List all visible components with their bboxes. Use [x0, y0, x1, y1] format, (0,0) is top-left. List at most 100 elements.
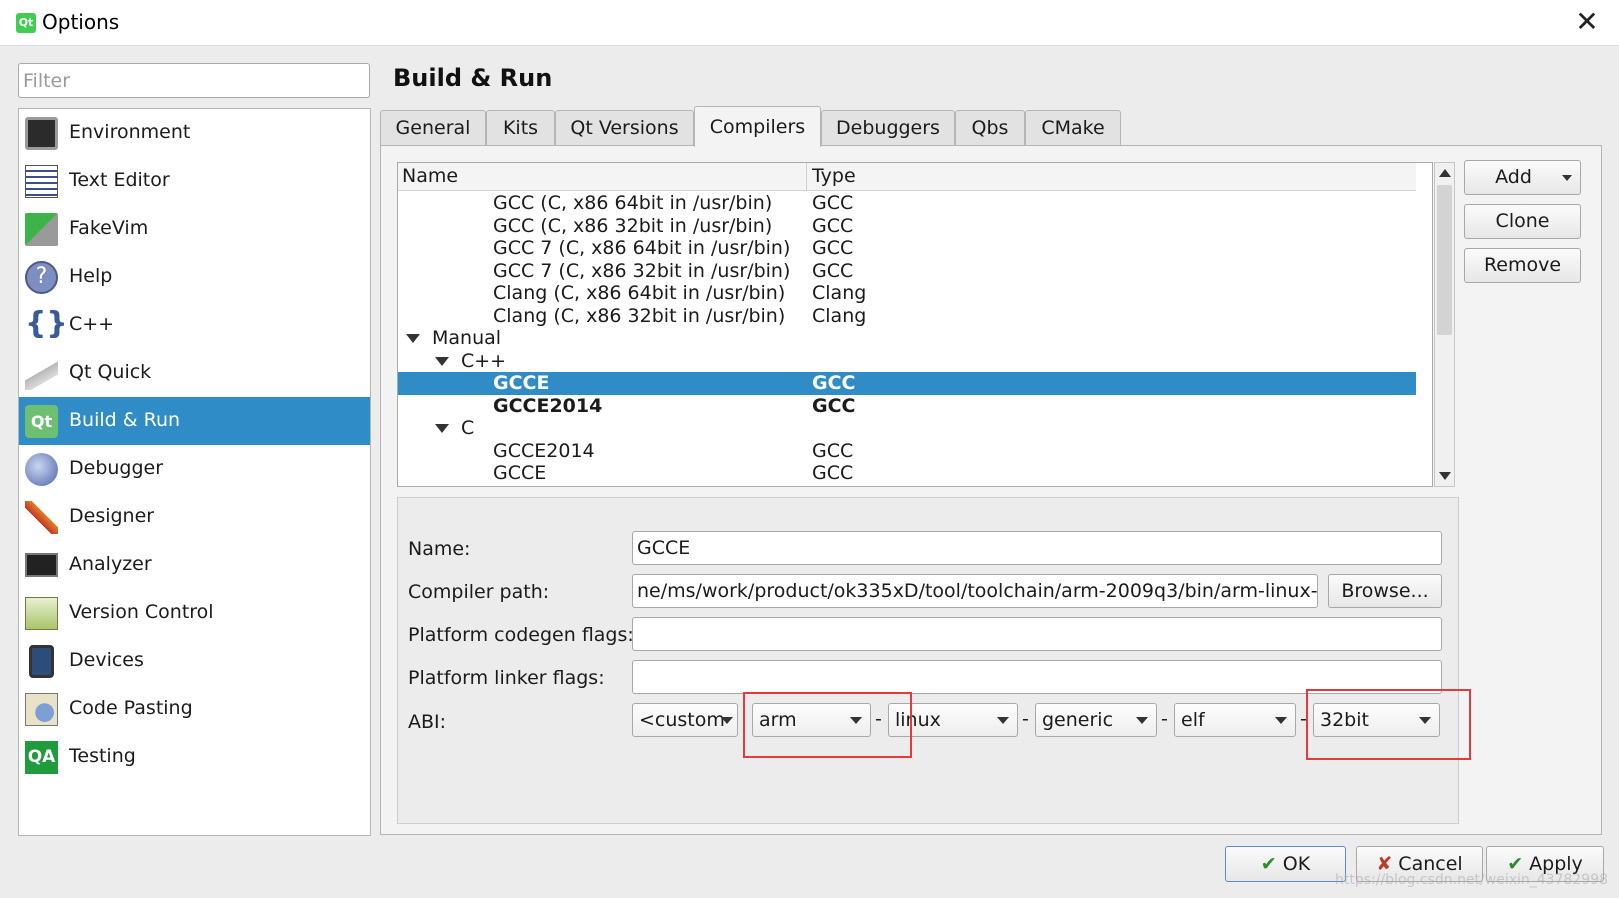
sidebar-item-build-run[interactable]: Qt Build & Run: [19, 397, 370, 445]
compiler-name: GCCE2014: [493, 394, 603, 417]
column-header-type[interactable]: Type: [812, 165, 856, 187]
tab-cmake[interactable]: CMake: [1025, 110, 1121, 146]
collapse-arrow-icon[interactable]: [435, 424, 449, 433]
compiler-type: Clang: [812, 282, 867, 304]
scroll-up-arrow-icon[interactable]: [1439, 169, 1451, 177]
sidebar-item-analyzer[interactable]: Analyzer: [19, 541, 370, 589]
compiler-name: GCC (C, x86 64bit in /usr/bin): [493, 192, 773, 214]
tab-kits[interactable]: Kits: [486, 110, 555, 146]
compiler-type: GCC: [812, 192, 854, 214]
column-header-name[interactable]: Name: [402, 165, 458, 187]
analyzer-icon: [25, 553, 58, 577]
braces-icon: {}: [25, 306, 68, 341]
ok-button-label: OK: [1282, 853, 1311, 875]
tree-row[interactable]: GCC (C, x86 64bit in /usr/bin) GCC: [398, 192, 1416, 215]
collapse-arrow-icon[interactable]: [406, 334, 420, 343]
remove-button[interactable]: Remove: [1464, 248, 1581, 283]
scroll-thumb[interactable]: [1437, 185, 1452, 335]
qt-logo-icon: Qt: [16, 13, 36, 33]
name-input[interactable]: GCCE: [632, 531, 1442, 565]
version-control-icon: [25, 597, 58, 630]
add-button[interactable]: Add: [1464, 160, 1581, 195]
sidebar-item-label: Text Editor: [69, 169, 170, 191]
tree-row[interactable]: GCC (C, x86 32bit in /usr/bin) GCC: [398, 215, 1416, 238]
dropdown-arrow-icon: [997, 717, 1009, 724]
dropdown-arrow-icon: [1275, 717, 1287, 724]
tab-bar: General Kits Qt Versions Compilers Debug…: [380, 106, 1600, 147]
tree-row[interactable]: GCCE2014 GCC: [398, 440, 1416, 463]
abi-binary-format-value: elf: [1181, 709, 1205, 731]
window-title: Options: [42, 10, 120, 34]
compiler-name: Clang (C, x86 64bit in /usr/bin): [493, 282, 786, 304]
compiler-type: GCC: [812, 259, 854, 282]
sidebar-item-label: Qt Quick: [69, 361, 152, 383]
compiler-type: GCC: [812, 237, 854, 259]
scroll-down-arrow-icon[interactable]: [1439, 472, 1451, 480]
clone-button[interactable]: Clone: [1464, 204, 1581, 239]
group-name: C++: [461, 349, 507, 372]
dropdown-arrow-icon: [1136, 717, 1148, 724]
highlight-box-arch: [743, 692, 912, 758]
compiler-name: GCC 7 (C, x86 32bit in /usr/bin): [493, 259, 791, 282]
tab-qt-versions[interactable]: Qt Versions: [555, 110, 694, 146]
tree-scrollbar[interactable]: [1434, 162, 1455, 487]
sidebar-item-label: Environment: [69, 121, 191, 143]
abi-flavor-value: generic: [1042, 709, 1114, 731]
add-button-label: Add: [1495, 166, 1532, 188]
sidebar-item-environment[interactable]: Environment: [19, 109, 370, 157]
tree-row[interactable]: GCC 7 (C, x86 64bit in /usr/bin) GCC: [398, 237, 1416, 260]
abi-custom-select[interactable]: <custom: [632, 703, 738, 737]
compiler-name: GCCE: [493, 462, 547, 484]
page-title: Build & Run: [393, 64, 553, 92]
tree-row-selected[interactable]: GCCE GCC: [398, 372, 1416, 395]
compiler-name: Clang (C, x86 32bit in /usr/bin): [493, 304, 786, 327]
tree-row[interactable]: Manual: [398, 327, 1416, 350]
tree-row[interactable]: Clang (C, x86 64bit in /usr/bin) Clang: [398, 282, 1416, 305]
ok-button[interactable]: ✔ OK: [1225, 846, 1346, 882]
sidebar-item-devices[interactable]: Devices: [19, 637, 370, 685]
sidebar-item-debugger[interactable]: Debugger: [19, 445, 370, 493]
paper-plane-icon: [25, 357, 58, 390]
tree-row[interactable]: Clang (C, x86 32bit in /usr/bin) Clang: [398, 305, 1416, 328]
sidebar-item-label: Build & Run: [69, 409, 181, 431]
sidebar-item-qt-quick[interactable]: Qt Quick: [19, 349, 370, 397]
sidebar-item-version-control[interactable]: Version Control: [19, 589, 370, 637]
abi-separator: -: [1022, 708, 1029, 730]
tab-debuggers[interactable]: Debuggers: [821, 110, 955, 146]
sidebar-item-designer[interactable]: Designer: [19, 493, 370, 541]
abi-binary-format-select[interactable]: elf: [1174, 703, 1296, 737]
compiler-type: GCC: [812, 372, 856, 394]
code-pasting-icon: [25, 693, 58, 726]
close-icon[interactable]: ✕: [1570, 8, 1604, 38]
checkmark-icon: ✔: [1260, 853, 1277, 875]
compiler-path-input[interactable]: ne/ms/work/product/ok335xD/tool/toolchai…: [632, 574, 1318, 608]
tab-compilers[interactable]: Compilers: [694, 106, 821, 147]
tree-row[interactable]: GCC 7 (C, x86 32bit in /usr/bin) GCC: [398, 260, 1416, 283]
watermark: https://blog.csdn.net/weixin_43782998: [1335, 872, 1609, 888]
sidebar-item-label: Version Control: [69, 601, 214, 623]
collapse-arrow-icon[interactable]: [435, 356, 449, 366]
qa-icon: QA: [25, 741, 58, 774]
filter-input[interactable]: [18, 63, 370, 98]
tab-qbs[interactable]: Qbs: [955, 110, 1025, 146]
compiler-type: Clang: [812, 304, 867, 327]
sidebar-item-testing[interactable]: QA Testing: [19, 733, 370, 781]
tree-row[interactable]: GCCE GCC: [398, 462, 1416, 485]
compiler-tree[interactable]: Name Type GCC (C, x86 64bit in /usr/bin)…: [397, 162, 1433, 487]
sidebar-item-code-pasting[interactable]: Code Pasting: [19, 685, 370, 733]
sidebar-item-text-editor[interactable]: Text Editor: [19, 157, 370, 205]
abi-flavor-select[interactable]: generic: [1035, 703, 1157, 737]
sidebar-item-help[interactable]: ? Help: [19, 253, 370, 301]
sidebar-item-fakevim[interactable]: FakeVim: [19, 205, 370, 253]
compiler-name: GCC 7 (C, x86 64bit in /usr/bin): [493, 237, 791, 259]
codegen-flags-input[interactable]: [632, 617, 1442, 651]
tree-row[interactable]: GCCE2014 GCC: [398, 395, 1416, 418]
sidebar-item-label: Devices: [69, 649, 144, 671]
compiler-name: GCCE2014: [493, 439, 595, 462]
tree-row[interactable]: C++: [398, 350, 1416, 373]
tree-row[interactable]: C: [398, 417, 1416, 440]
category-list: Environment Text Editor FakeVim ? Help {…: [18, 108, 371, 836]
sidebar-item-cpp[interactable]: {} C++: [19, 301, 370, 349]
tab-general[interactable]: General: [380, 110, 486, 146]
browse-button[interactable]: Browse...: [1328, 574, 1442, 608]
